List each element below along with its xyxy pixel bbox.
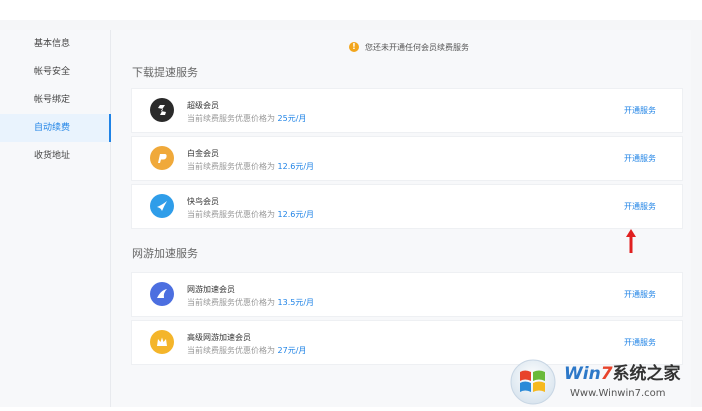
- card-description: 当前续费服务优惠价格为 25元/月: [187, 113, 306, 124]
- service-card-game-accel: 网游加速会员 当前续费服务优惠价格为 13.5元/月 开通服务: [131, 272, 683, 317]
- premium-game-accel-icon: [150, 330, 174, 354]
- service-card-super: 超级会员 当前续费服务优惠价格为 25元/月 开通服务: [131, 88, 683, 133]
- win7-logo-icon: Win7系统之家: [510, 359, 681, 405]
- price-label: 当前续费服务优惠价格为: [187, 298, 275, 307]
- sidebar-item-label: 自动续费: [34, 123, 71, 133]
- price-value: 25元/月: [277, 114, 307, 123]
- sidebar-item-auto-renewal[interactable]: 自动续费: [0, 114, 111, 142]
- sidebar-item-account-binding[interactable]: 帐号绑定: [0, 86, 110, 114]
- screenshot-frame: 基本信息 帐号安全 帐号绑定 自动续费 收货地址 ! 您还未开通任何会员续费服务…: [0, 0, 702, 407]
- super-member-icon: [150, 98, 174, 122]
- card-title: 白金会员: [187, 149, 219, 158]
- sidebar-item-label: 帐号安全: [34, 67, 71, 77]
- game-accel-icon: [150, 282, 174, 306]
- download-section-title: 下载提速服务: [132, 66, 198, 79]
- open-service-link[interactable]: 开通服务: [624, 337, 656, 348]
- card-description: 当前续费服务优惠价格为 27元/月: [187, 345, 306, 356]
- price-label: 当前续费服务优惠价格为: [187, 210, 275, 219]
- sidebar-item-label: 收货地址: [34, 151, 71, 161]
- price-value: 12.6元/月: [277, 162, 315, 171]
- sidebar-item-shipping-address[interactable]: 收货地址: [0, 142, 110, 170]
- card-description: 当前续费服务优惠价格为 12.6元/月: [187, 161, 314, 172]
- sidebar-item-basic-info[interactable]: 基本信息: [0, 30, 110, 58]
- card-title: 快鸟会员: [187, 197, 219, 206]
- sidebar-item-label: 基本信息: [34, 39, 71, 49]
- price-value: 27元/月: [277, 346, 307, 355]
- open-service-link[interactable]: 开通服务: [624, 289, 656, 300]
- price-value: 13.5元/月: [277, 298, 315, 307]
- warning-icon: !: [349, 42, 359, 52]
- price-label: 当前续费服务优惠价格为: [187, 114, 275, 123]
- sidebar-item-account-security[interactable]: 帐号安全: [0, 58, 110, 86]
- platinum-member-icon: [150, 146, 174, 170]
- card-description: 当前续费服务优惠价格为 12.6元/月: [187, 209, 314, 220]
- sidebar: 基本信息 帐号安全 帐号绑定 自动续费 收货地址: [0, 30, 111, 407]
- service-card-platinum: 白金会员 当前续费服务优惠价格为 12.6元/月 开通服务: [131, 136, 683, 181]
- open-service-link[interactable]: 开通服务: [624, 201, 656, 212]
- game-section-title: 网游加速服务: [132, 247, 198, 260]
- card-title: 高级网游加速会员: [187, 333, 251, 342]
- card-title: 网游加速会员: [187, 285, 235, 294]
- sidebar-item-label: 帐号绑定: [34, 95, 71, 105]
- notice-text: 您还未开通任何会员续费服务: [365, 42, 469, 52]
- open-service-link[interactable]: 开通服务: [624, 105, 656, 116]
- watermark-url: Www.Winwin7.com: [570, 388, 666, 399]
- account-settings-window: 基本信息 帐号安全 帐号绑定 自动续费 收货地址 ! 您还未开通任何会员续费服务…: [0, 20, 702, 407]
- price-label: 当前续费服务优惠价格为: [187, 162, 275, 171]
- card-title: 超级会员: [187, 101, 219, 110]
- open-service-link[interactable]: 开通服务: [624, 153, 656, 164]
- kuainiao-member-icon: [150, 194, 174, 218]
- watermark: Win7系统之家 Www.Winwin7.com: [508, 358, 702, 407]
- renewal-notice: ! 您还未开通任何会员续费服务: [349, 40, 469, 54]
- card-description: 当前续费服务优惠价格为 13.5元/月: [187, 297, 314, 308]
- svg-text:Win7系统之家: Win7系统之家: [564, 363, 681, 384]
- service-card-kuainiao: 快鸟会员 当前续费服务优惠价格为 12.6元/月 开通服务: [131, 184, 683, 229]
- main-content: ! 您还未开通任何会员续费服务 下载提速服务 超级会员 当前续费服务优惠价格为 …: [111, 30, 691, 407]
- red-arrow-annotation: [626, 229, 636, 253]
- price-value: 12.6元/月: [277, 210, 315, 219]
- price-label: 当前续费服务优惠价格为: [187, 346, 275, 355]
